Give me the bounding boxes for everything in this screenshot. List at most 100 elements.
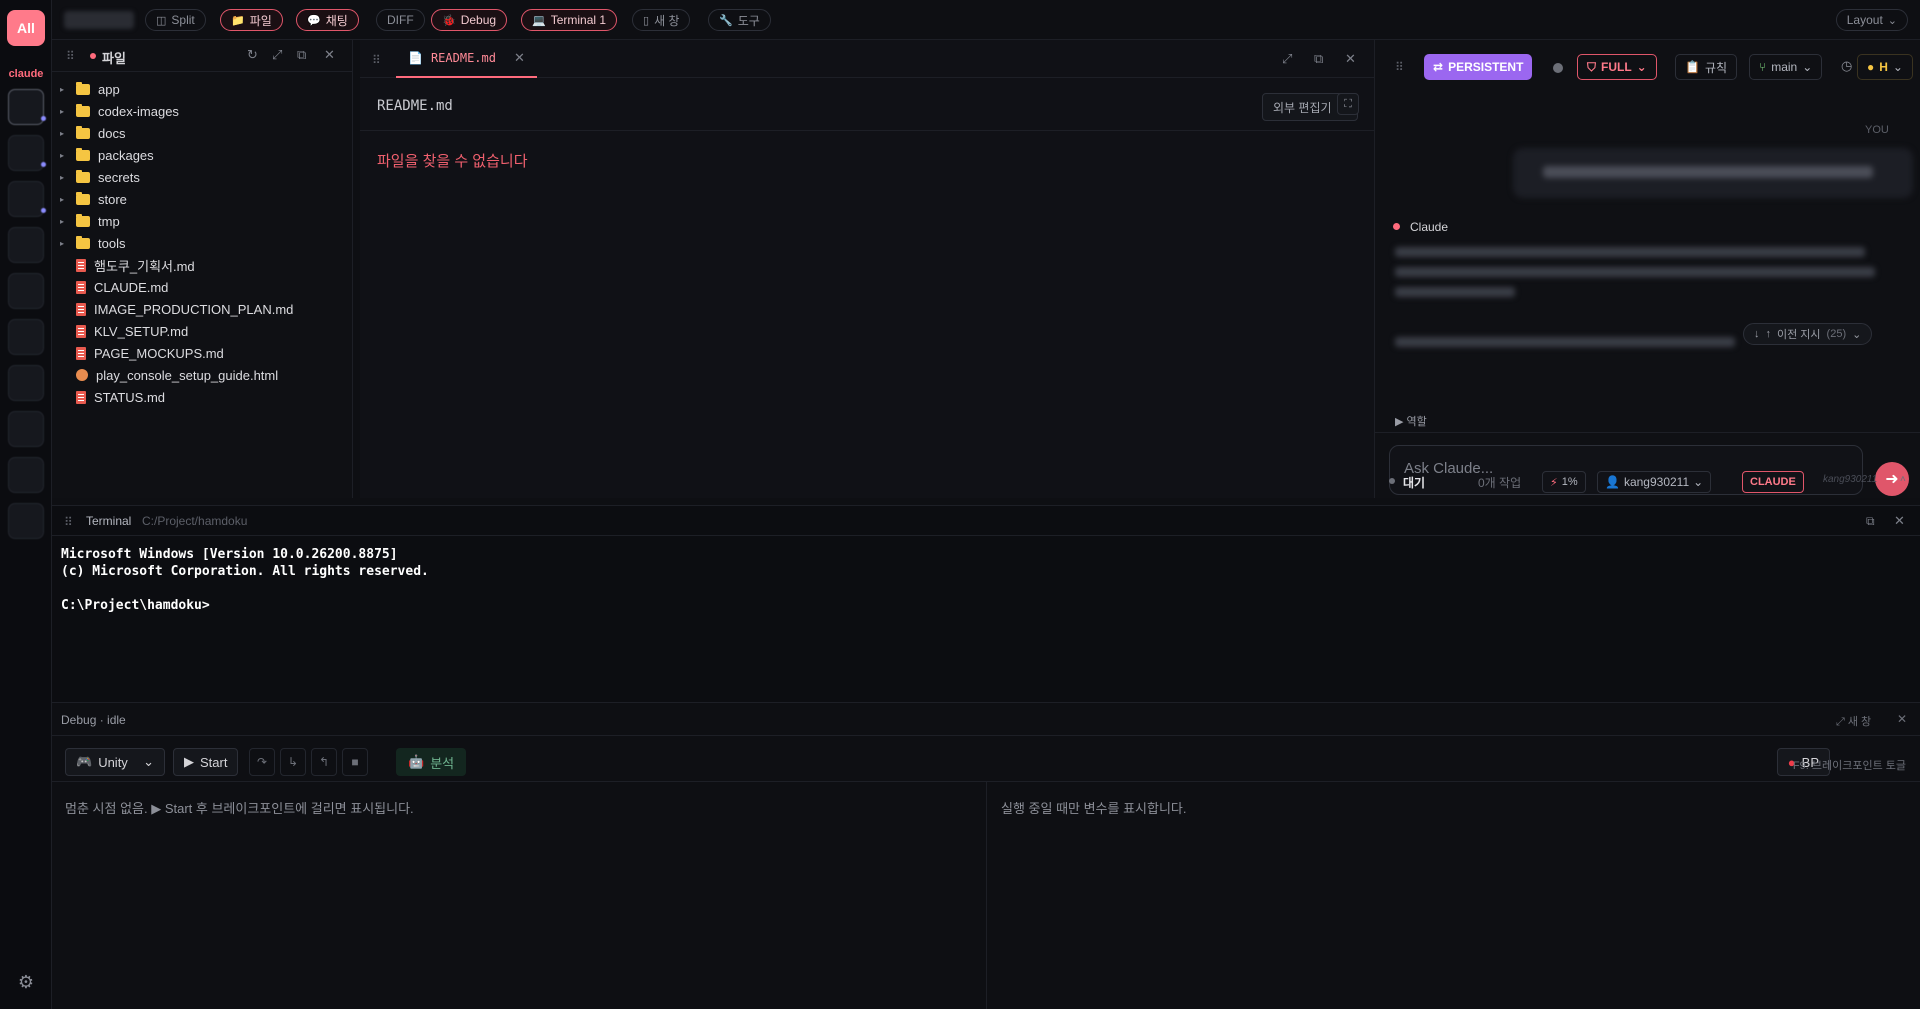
account-hint: kang930211 bbox=[1823, 474, 1878, 485]
close-icon[interactable]: ✕ bbox=[1345, 51, 1356, 67]
model-dropdown[interactable]: ● H ⌄ bbox=[1857, 54, 1913, 80]
workspace-item[interactable] bbox=[8, 319, 44, 355]
workspace-item[interactable] bbox=[8, 365, 44, 401]
terminal-toggle-button[interactable]: 💻 Terminal 1 bbox=[521, 9, 618, 31]
workspace-item[interactable] bbox=[8, 227, 44, 263]
clock-icon[interactable]: ◷ bbox=[1841, 58, 1852, 74]
chat-toggle-button[interactable]: 💬 채팅 bbox=[296, 9, 359, 31]
caret-right-icon[interactable]: ▸ bbox=[60, 107, 70, 116]
terminal-output[interactable]: Microsoft Windows [Version 10.0.26200.88… bbox=[61, 546, 429, 614]
popout-icon[interactable]: ⧉ bbox=[1314, 51, 1323, 67]
file-item[interactable]: CLAUDE.md bbox=[52, 276, 353, 298]
branch-dropdown[interactable]: ⑂ main ⌄ bbox=[1749, 54, 1823, 80]
file-toggle-button[interactable]: 📁 파일 bbox=[220, 9, 283, 31]
drag-handle-icon[interactable]: ⠿ bbox=[64, 515, 73, 529]
clipboard-icon: 📋 bbox=[1685, 60, 1700, 74]
file-item[interactable]: play_console_setup_guide.html bbox=[52, 364, 353, 386]
step-over-icon[interactable]: ↷ bbox=[249, 748, 275, 776]
workspace-item[interactable] bbox=[8, 181, 46, 217]
file-item[interactable]: STATUS.md bbox=[52, 386, 353, 408]
folder-item[interactable]: ▸ codex-images bbox=[52, 100, 353, 122]
close-icon[interactable]: ✕ bbox=[324, 47, 335, 63]
caret-right-icon[interactable]: ▸ bbox=[60, 239, 70, 248]
file-item[interactable]: 햄도쿠_기획서.md bbox=[52, 254, 353, 276]
file-item[interactable]: KLV_SETUP.md bbox=[52, 320, 353, 342]
user-icon: 👤 bbox=[1605, 475, 1620, 489]
file-label: 파일 bbox=[249, 13, 272, 28]
caret-right-icon[interactable]: ▸ bbox=[60, 217, 70, 226]
debug-toggle-button[interactable]: 🐞 Debug bbox=[431, 9, 508, 31]
caret-right-icon[interactable]: ▸ bbox=[60, 151, 70, 160]
markdown-file-icon bbox=[76, 324, 86, 338]
fullscreen-icon[interactable]: ⛶ bbox=[1337, 93, 1359, 115]
all-workspaces-button[interactable]: All bbox=[7, 10, 45, 46]
workspace-item[interactable] bbox=[8, 457, 44, 493]
drag-handle-icon[interactable]: ⠿ bbox=[1395, 60, 1404, 74]
expand-icon[interactable]: ⤢ bbox=[1282, 51, 1292, 67]
provider-badge[interactable]: CLAUDE bbox=[1742, 471, 1804, 493]
engine-select[interactable]: 🎮 Unity ⌄ bbox=[65, 748, 165, 776]
start-button[interactable]: ▶ Start bbox=[173, 748, 239, 776]
drag-handle-icon[interactable]: ⠿ bbox=[66, 49, 75, 63]
caret-right-icon[interactable]: ▸ bbox=[60, 85, 70, 94]
workspace-item[interactable] bbox=[8, 411, 44, 447]
close-icon[interactable]: ✕ bbox=[1897, 712, 1907, 726]
layout-label: Layout bbox=[1846, 13, 1883, 27]
caret-right-icon[interactable]: ▸ bbox=[60, 129, 70, 138]
drag-handle-icon[interactable]: ⠿ bbox=[372, 53, 381, 67]
caret-right-icon[interactable]: ▸ bbox=[60, 195, 70, 204]
user-name: kang930211 bbox=[1623, 475, 1690, 489]
popout-icon[interactable]: ⧉ bbox=[1866, 514, 1875, 529]
folder-item[interactable]: ▸ app bbox=[52, 78, 353, 100]
step-into-icon[interactable]: ↳ bbox=[280, 748, 306, 776]
workspace-item[interactable] bbox=[8, 273, 44, 309]
permission-mode-dropdown[interactable]: ⛉ FULL ⌄ bbox=[1577, 54, 1657, 80]
tools-label: 도구 bbox=[737, 13, 760, 28]
tab-readme[interactable]: 📄 README.md ✕ bbox=[396, 40, 537, 78]
folder-icon bbox=[76, 235, 90, 249]
folder-item[interactable]: ▸ secrets bbox=[52, 166, 353, 188]
rail-section-label: claude bbox=[8, 68, 44, 80]
breakpoint-hint: F9: 브레이크포인트 토글 bbox=[1792, 760, 1906, 772]
layout-dropdown[interactable]: Layout ⌄ bbox=[1835, 9, 1908, 31]
workspace-item[interactable] bbox=[8, 89, 46, 125]
split-button[interactable]: ◫ Split bbox=[145, 9, 206, 31]
workspace-item[interactable] bbox=[8, 503, 44, 539]
tab-label: README.md bbox=[430, 51, 496, 65]
persistent-mode-button[interactable]: ⇄ PERSISTENT bbox=[1424, 54, 1533, 80]
tools-button[interactable]: 🔧 도구 bbox=[708, 9, 771, 31]
folder-item[interactable]: ▸ tmp bbox=[52, 210, 353, 232]
tab-close-icon[interactable]: ✕ bbox=[514, 50, 525, 66]
folder-item[interactable]: ▸ packages bbox=[52, 144, 353, 166]
file-name: 햄도쿠_기획서.md bbox=[94, 258, 195, 274]
folder-item[interactable]: ▸ docs bbox=[52, 122, 353, 144]
bug-icon: 🐞 bbox=[442, 14, 456, 27]
step-out-icon[interactable]: ↰ bbox=[311, 748, 337, 776]
file-name: docs bbox=[98, 125, 126, 141]
close-icon[interactable]: ✕ bbox=[1894, 513, 1905, 529]
user-dropdown[interactable]: 👤 kang930211 ⌄ bbox=[1597, 471, 1712, 493]
popout-icon[interactable]: ⧉ bbox=[297, 47, 306, 63]
status-dot bbox=[90, 53, 96, 59]
diff-button[interactable]: DIFF bbox=[376, 9, 425, 31]
rules-button[interactable]: 📋 규칙 bbox=[1675, 54, 1738, 80]
new-window-button[interactable]: ▯ 새 창 bbox=[632, 9, 691, 31]
workspace-item[interactable] bbox=[8, 135, 46, 171]
refresh-icon[interactable]: ↻ bbox=[247, 47, 258, 63]
gear-icon[interactable]: ⚙ bbox=[14, 970, 38, 994]
new-window-button[interactable]: ⤢ 새 창 bbox=[1836, 713, 1871, 729]
caret-right-icon: ▶ bbox=[1395, 416, 1407, 428]
folder-item[interactable]: ▸ tools bbox=[52, 232, 353, 254]
split-label: Split bbox=[171, 13, 195, 27]
expand-icon[interactable]: ⤢ bbox=[272, 47, 282, 63]
stop-icon[interactable]: ■ bbox=[342, 748, 368, 776]
previous-instruction-button[interactable]: ↓ ↑ 이전 지시 (25) ⌄ bbox=[1743, 323, 1873, 345]
analyze-button[interactable]: 🤖 분석 bbox=[396, 748, 467, 776]
role-toggle[interactable]: ▶ 역할 bbox=[1395, 413, 1427, 429]
file-item[interactable]: IMAGE_PRODUCTION_PLAN.md bbox=[52, 298, 353, 320]
lightning-icon: ⚡ bbox=[1550, 476, 1558, 489]
file-item[interactable]: PAGE_MOCKUPS.md bbox=[52, 342, 353, 364]
chevron-up-icon[interactable]: ˄ bbox=[1900, 474, 1906, 485]
folder-item[interactable]: ▸ store bbox=[52, 188, 353, 210]
caret-right-icon[interactable]: ▸ bbox=[60, 173, 70, 182]
